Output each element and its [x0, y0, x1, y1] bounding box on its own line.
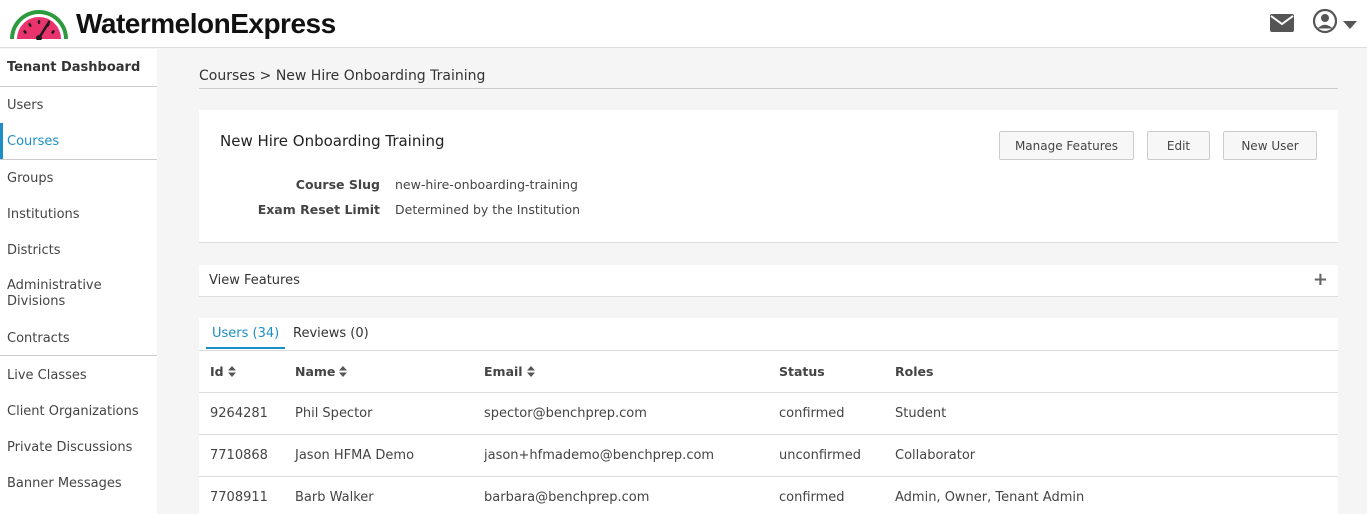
view-features-panel[interactable]: View Features + — [199, 265, 1338, 297]
cell-name: Jason HFMA Demo — [295, 448, 415, 463]
tab-reviews[interactable]: Reviews (0) — [293, 326, 369, 347]
manage-features-button[interactable]: Manage Features — [999, 131, 1134, 160]
sidebar-item-groups[interactable]: Groups — [0, 160, 157, 196]
sort-icon — [227, 366, 236, 377]
edit-button[interactable]: Edit — [1147, 131, 1210, 160]
sidebar-item-banner-messages[interactable]: Banner Messages — [0, 465, 157, 501]
exam-reset-limit-label: Exam Reset Limit — [257, 202, 380, 217]
course-slug-label: Course Slug — [295, 177, 380, 192]
column-header-status: Status — [779, 364, 825, 379]
sidebar-header[interactable]: Tenant Dashboard — [0, 49, 157, 86]
sidebar-item-institutions[interactable]: Institutions — [0, 196, 157, 232]
column-header-roles: Roles — [895, 364, 934, 379]
column-header-id[interactable]: Id — [210, 364, 236, 379]
sidebar-item-users[interactable]: Users — [0, 87, 157, 123]
logo[interactable]: WatermelonExpress — [8, 6, 336, 42]
sort-icon — [339, 366, 348, 377]
sidebar-item-private-discussions[interactable]: Private Discussions — [0, 429, 157, 465]
breadcrumb-courses-link[interactable]: Courses — [199, 68, 255, 84]
breadcrumb-divider — [199, 88, 1338, 89]
tab-users[interactable]: Users (34) — [206, 326, 286, 349]
watermelon-speedometer-icon — [8, 8, 70, 40]
view-features-label: View Features — [209, 273, 300, 288]
mail-button[interactable] — [1269, 13, 1295, 33]
cell-name: Barb Walker — [295, 490, 374, 505]
sidebar-item-districts[interactable]: Districts — [0, 232, 157, 268]
cell-id: 9264281 — [210, 406, 268, 421]
column-header-name[interactable]: Name — [295, 364, 348, 379]
users-table-card: Users (34) Reviews (0) Id Name Email Sta… — [199, 318, 1338, 514]
cell-id: 7708911 — [210, 490, 268, 505]
tabs-divider — [199, 350, 1338, 351]
sidebar-item-contracts[interactable]: Contracts — [0, 320, 157, 356]
new-user-button[interactable]: New User — [1223, 131, 1317, 160]
course-title: New Hire Onboarding Training — [220, 132, 445, 150]
cell-id: 7710868 — [210, 448, 268, 463]
app-name: WatermelonExpress — [76, 8, 336, 39]
cell-status: confirmed — [779, 490, 845, 505]
caret-down-icon — [1343, 14, 1357, 33]
cell-email: barbara@benchprep.com — [484, 490, 650, 505]
breadcrumb: Courses > New Hire Onboarding Training — [199, 68, 485, 84]
cell-status: unconfirmed — [779, 448, 862, 463]
column-header-email[interactable]: Email — [484, 364, 535, 379]
table-row[interactable]: 7708911 Barb Walker barbara@benchprep.co… — [199, 476, 1338, 514]
cell-roles: Student — [895, 406, 947, 421]
sidebar-item-administrative-divisions[interactable]: Administrative Divisions — [0, 274, 120, 314]
sidebar: Tenant Dashboard Users Courses Groups In… — [0, 49, 157, 514]
course-details-card: New Hire Onboarding Training Manage Feat… — [199, 110, 1338, 243]
sidebar-item-live-classes[interactable]: Live Classes — [0, 357, 157, 393]
top-bar: WatermelonExpress — [0, 0, 1367, 48]
envelope-icon — [1269, 14, 1295, 37]
sort-icon — [526, 366, 535, 377]
cell-email: spector@benchprep.com — [484, 406, 647, 421]
cell-roles: Collaborator — [895, 448, 976, 463]
course-slug-value: new-hire-onboarding-training — [395, 177, 578, 192]
user-menu-button[interactable] — [1312, 8, 1360, 38]
sidebar-item-client-organizations[interactable]: Client Organizations — [0, 393, 157, 429]
sidebar-item-courses[interactable]: Courses — [0, 123, 157, 159]
breadcrumb-current: New Hire Onboarding Training — [275, 68, 486, 84]
cell-roles: Admin, Owner, Tenant Admin — [895, 490, 1085, 505]
breadcrumb-separator: > — [259, 68, 272, 84]
cell-email: jason+hfmademo@benchprep.com — [484, 448, 715, 463]
sidebar-divider — [0, 355, 157, 356]
table-row[interactable]: 9264281 Phil Spector spector@benchprep.c… — [199, 392, 1338, 434]
cell-status: confirmed — [779, 406, 845, 421]
exam-reset-limit-value: Determined by the Institution — [395, 202, 581, 217]
cell-name: Phil Spector — [295, 406, 373, 421]
user-circle-icon — [1312, 8, 1338, 38]
expand-plus-icon[interactable]: + — [1313, 269, 1328, 290]
table-row[interactable]: 7710868 Jason HFMA Demo jason+hfmademo@b… — [199, 434, 1338, 476]
